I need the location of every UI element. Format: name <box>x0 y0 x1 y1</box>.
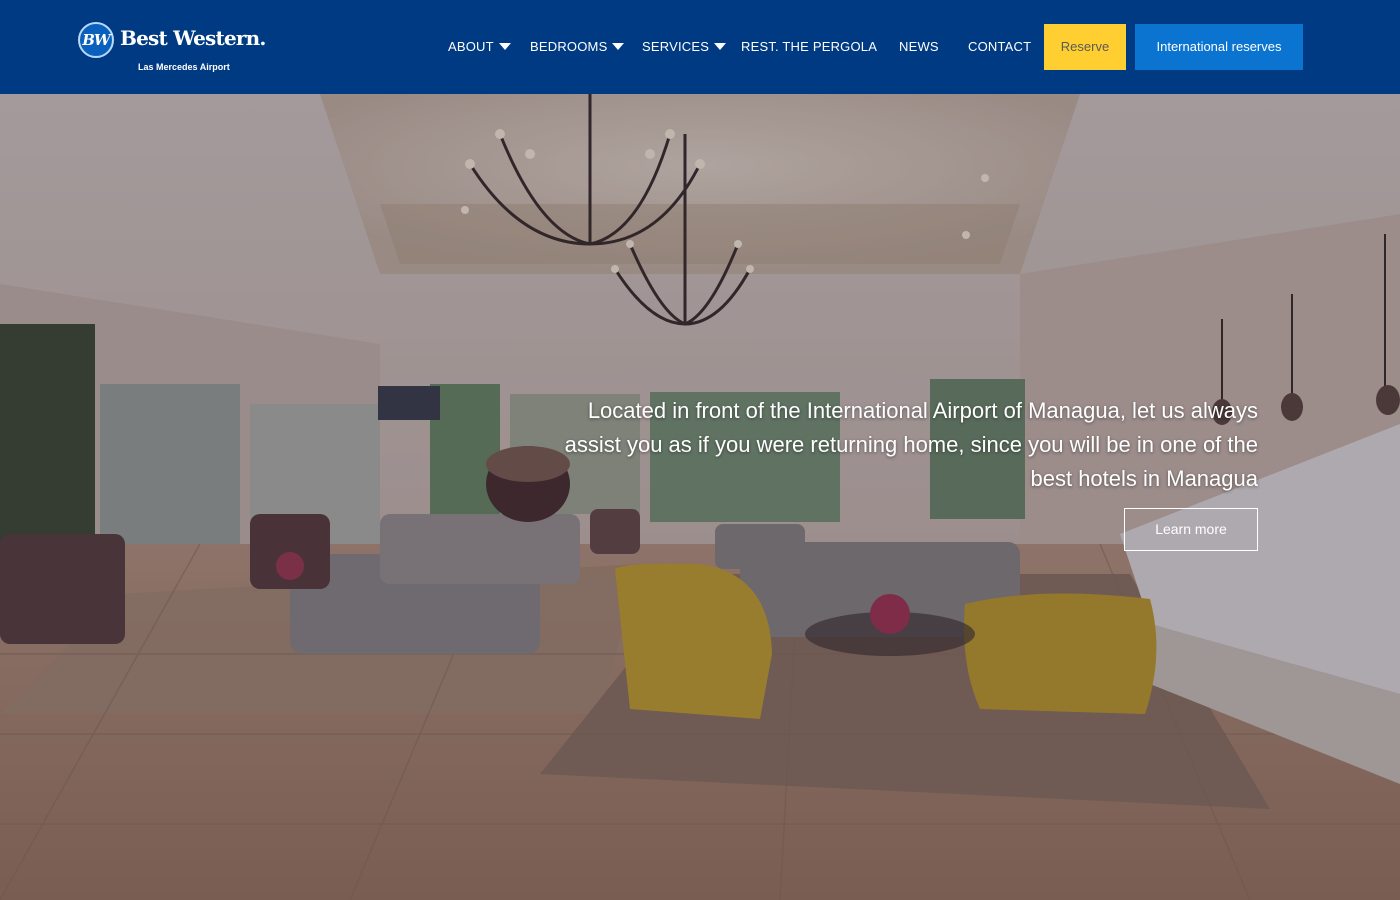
brand-logo[interactable]: BW Best Western. Las Mercedes Airport <box>78 20 266 78</box>
nav-item-label: REST. THE PERGOLA <box>741 39 878 54</box>
international-reserves-button[interactable]: International reserves <box>1135 24 1303 70</box>
nav-item-label: ABOUT <box>448 39 494 54</box>
nav-item-contact[interactable]: CONTACT <box>968 36 1031 58</box>
nav-item-news[interactable]: NEWS <box>899 36 939 58</box>
nav-item-label: CONTACT <box>968 39 1032 54</box>
nav-item-services[interactable]: SERVICES <box>642 36 727 58</box>
site-header: BW Best Western. Las Mercedes Airport AB… <box>0 0 1400 94</box>
caret-down-icon <box>714 43 727 51</box>
nav-item-label: BEDROOMS <box>530 39 608 54</box>
learn-more-button[interactable]: Learn more <box>1124 508 1258 551</box>
caret-down-icon <box>498 43 511 51</box>
brand-location: Las Mercedes Airport <box>138 62 230 72</box>
reserve-button[interactable]: Reserve <box>1044 24 1126 70</box>
nav-item-about[interactable]: ABOUT <box>448 36 511 58</box>
nav-item-label: SERVICES <box>642 39 710 54</box>
bw-logo-badge: BW <box>78 22 114 58</box>
nav-item-label: NEWS <box>899 39 939 54</box>
nav-item-pergola[interactable]: REST. THE PERGOLA <box>741 36 877 58</box>
nav-item-bedrooms[interactable]: BEDROOMS <box>530 36 625 58</box>
brand-name: Best Western. <box>120 26 266 50</box>
hero-banner: Located in front of the International Ai… <box>0 94 1400 900</box>
caret-down-icon <box>612 43 625 51</box>
hero-overlay <box>0 94 1400 900</box>
hero-tagline: Located in front of the International Ai… <box>564 398 1258 491</box>
